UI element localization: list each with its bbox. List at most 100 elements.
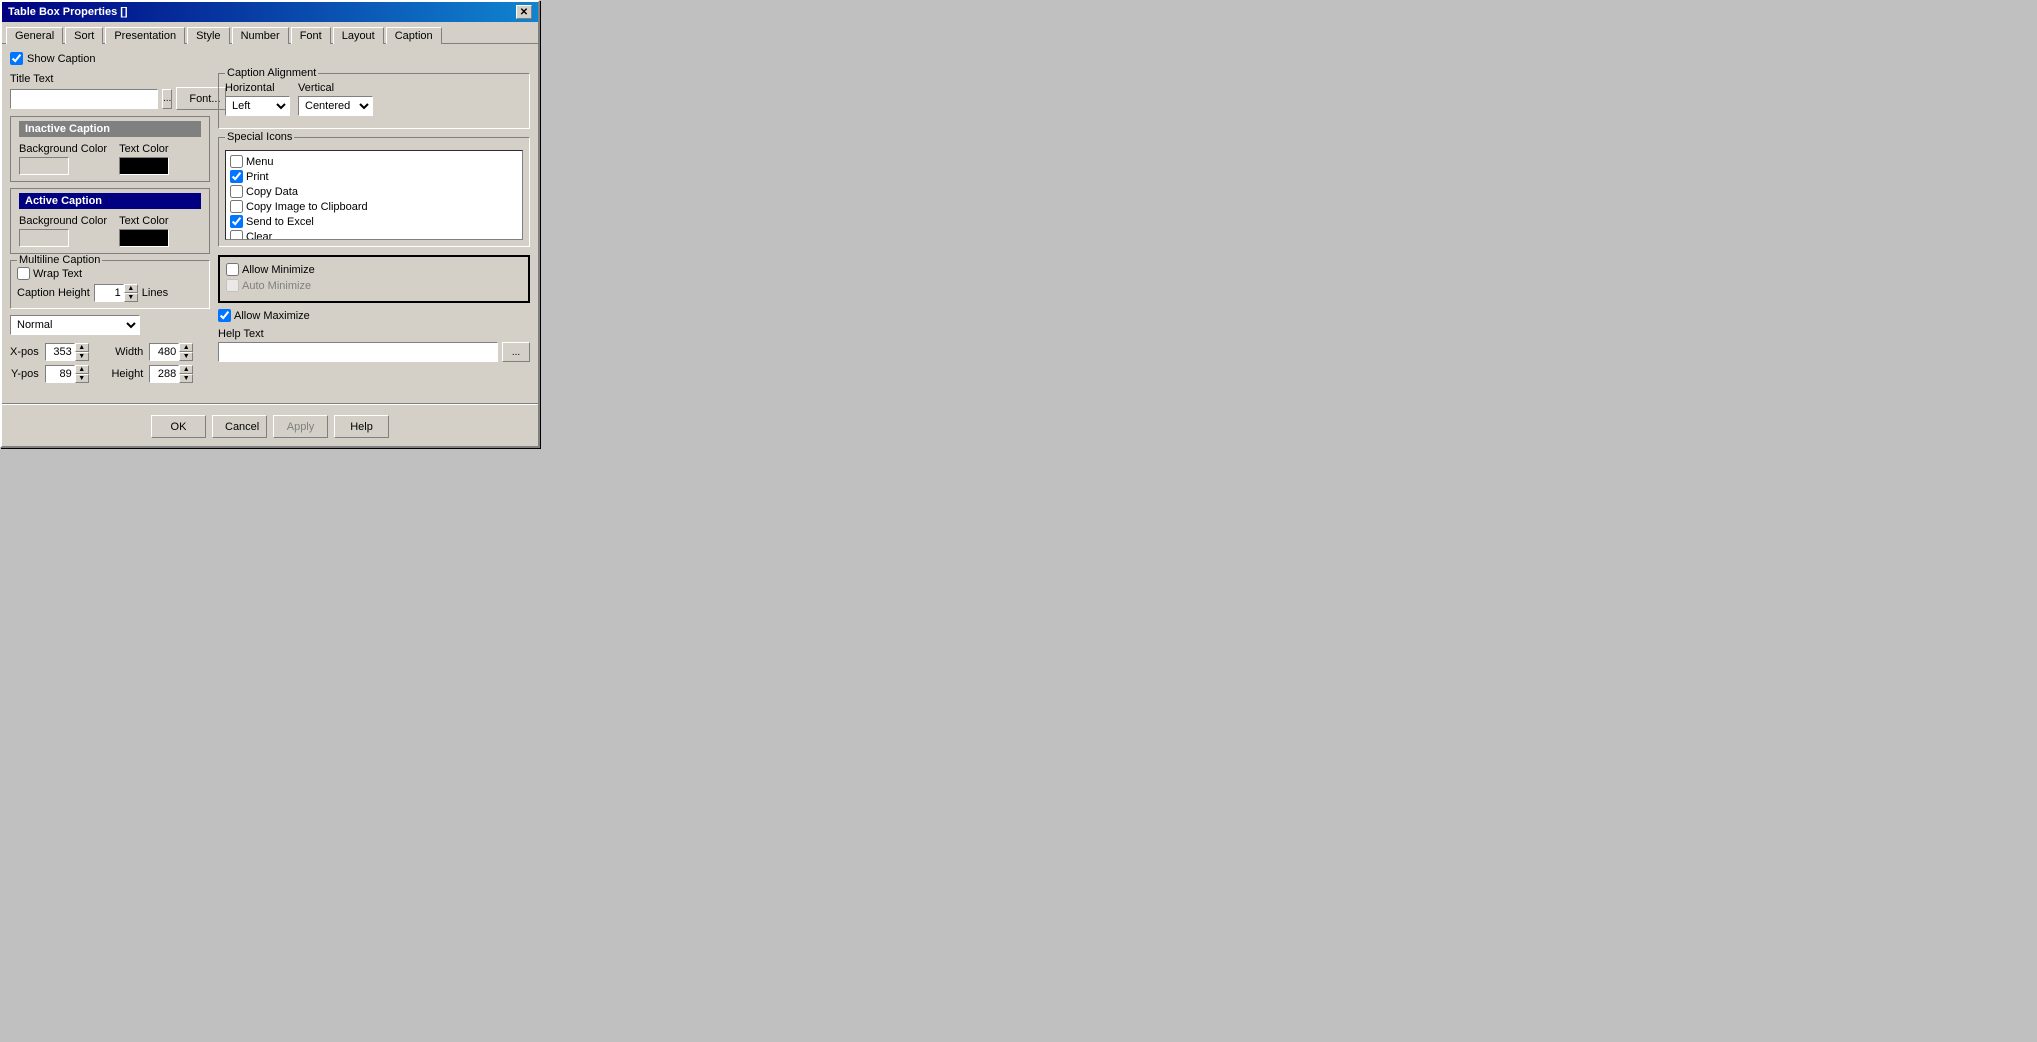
active-text-color-item: Text Color bbox=[119, 215, 169, 247]
width-input[interactable] bbox=[149, 343, 179, 361]
vertical-align-item: Vertical Top Centered Bottom bbox=[298, 82, 373, 116]
inactive-bg-swatch[interactable] bbox=[19, 157, 69, 175]
xpos-input[interactable] bbox=[45, 343, 75, 361]
width-label: Width bbox=[111, 346, 143, 358]
icon-copyimage-checkbox[interactable] bbox=[230, 200, 243, 213]
cancel-button[interactable]: Cancel bbox=[212, 415, 267, 438]
icon-print-checkbox[interactable] bbox=[230, 170, 243, 183]
ypos-input[interactable] bbox=[45, 365, 75, 383]
width-spin-btns: ▲ ▼ bbox=[179, 343, 193, 361]
vertical-label: Vertical bbox=[298, 82, 373, 94]
xpos-up[interactable]: ▲ bbox=[75, 343, 89, 352]
horizontal-select[interactable]: Left Center Right bbox=[225, 96, 290, 116]
close-button[interactable]: ✕ bbox=[516, 5, 532, 19]
normal-select-row: Normal Minimized Maximized bbox=[10, 315, 210, 335]
caption-height-down[interactable]: ▼ bbox=[124, 293, 138, 302]
caption-alignment-label: Caption Alignment bbox=[225, 67, 318, 79]
icon-clear-checkbox[interactable] bbox=[230, 230, 243, 240]
icon-copydata-item: Copy Data bbox=[230, 185, 518, 198]
active-caption-title: Active Caption bbox=[19, 193, 201, 209]
icon-sendtoexcel-item: Send to Excel bbox=[230, 215, 518, 228]
xpos-spin-btns: ▲ ▼ bbox=[75, 343, 89, 361]
show-caption-checkbox[interactable] bbox=[10, 52, 23, 65]
tab-font[interactable]: Font bbox=[291, 27, 331, 44]
active-bg-label: Background Color bbox=[19, 215, 107, 227]
active-text-swatch[interactable] bbox=[119, 229, 169, 247]
allow-maximize-checkbox[interactable] bbox=[218, 309, 231, 322]
height-down[interactable]: ▼ bbox=[179, 374, 193, 383]
height-input[interactable] bbox=[149, 365, 179, 383]
inactive-caption-section: Inactive Caption Background Color Text C… bbox=[10, 116, 210, 182]
tab-number[interactable]: Number bbox=[232, 27, 289, 44]
inactive-text-color-item: Text Color bbox=[119, 143, 169, 175]
vertical-select[interactable]: Top Centered Bottom bbox=[298, 96, 373, 116]
ok-button[interactable]: OK bbox=[151, 415, 206, 438]
title-text-input[interactable] bbox=[10, 89, 158, 109]
allow-minimize-checkbox[interactable] bbox=[226, 263, 239, 276]
help-text-label: Help Text bbox=[218, 328, 530, 340]
xpos-spinner: ▲ ▼ bbox=[45, 343, 106, 361]
bottom-buttons: OK Cancel Apply Help bbox=[2, 411, 538, 446]
wrap-text-checkbox[interactable] bbox=[17, 267, 30, 280]
ypos-label: Y-pos bbox=[10, 368, 39, 380]
left-panel: Title Text ... Font... Inactive Caption … bbox=[10, 73, 210, 389]
special-icons-list: Menu Print Copy Data Copy Image to bbox=[225, 150, 523, 240]
apply-button[interactable]: Apply bbox=[273, 415, 328, 438]
inactive-text-label: Text Color bbox=[119, 143, 169, 155]
height-label: Height bbox=[111, 368, 143, 380]
icon-copydata-checkbox[interactable] bbox=[230, 185, 243, 198]
multiline-group-label: Multiline Caption bbox=[17, 254, 102, 266]
help-text-input[interactable] bbox=[218, 342, 498, 362]
caption-height-up[interactable]: ▲ bbox=[124, 284, 138, 293]
wrap-text-label: Wrap Text bbox=[33, 268, 82, 280]
tab-general[interactable]: General bbox=[6, 27, 63, 44]
tab-style[interactable]: Style bbox=[187, 27, 229, 44]
lines-label: Lines bbox=[142, 287, 168, 299]
active-caption-section: Active Caption Background Color Text Col… bbox=[10, 188, 210, 254]
height-up[interactable]: ▲ bbox=[179, 365, 193, 374]
caption-height-label: Caption Height bbox=[17, 287, 90, 299]
help-text-ellipsis-button[interactable]: ... bbox=[502, 342, 530, 362]
width-down[interactable]: ▼ bbox=[179, 352, 193, 361]
height-spin-btns: ▲ ▼ bbox=[179, 365, 193, 383]
ypos-up[interactable]: ▲ bbox=[75, 365, 89, 374]
help-button[interactable]: Help bbox=[334, 415, 389, 438]
title-text-field: Title Text ... Font... bbox=[10, 73, 210, 110]
title-ellipsis-button[interactable]: ... bbox=[162, 89, 172, 109]
caption-alignment-group: Caption Alignment Horizontal Left Center… bbox=[218, 73, 530, 129]
show-caption-label: Show Caption bbox=[27, 53, 96, 65]
icon-copyimage-label: Copy Image to Clipboard bbox=[246, 201, 368, 213]
special-icons-label: Special Icons bbox=[225, 131, 294, 143]
pos-size-grid: X-pos ▲ ▼ Width ▲ ▼ bbox=[10, 343, 210, 383]
allow-minimize-label: Allow Minimize bbox=[242, 264, 315, 276]
tab-caption[interactable]: Caption bbox=[386, 27, 442, 44]
active-text-label: Text Color bbox=[119, 215, 169, 227]
multiline-caption-group: Multiline Caption Wrap Text Caption Heig… bbox=[10, 260, 210, 309]
window-title: Table Box Properties [] bbox=[8, 6, 128, 18]
inactive-caption-title: Inactive Caption bbox=[19, 121, 201, 137]
normal-select[interactable]: Normal Minimized Maximized bbox=[10, 315, 140, 335]
ypos-down[interactable]: ▼ bbox=[75, 374, 89, 383]
active-bg-swatch[interactable] bbox=[19, 229, 69, 247]
inactive-bg-color-item: Background Color bbox=[19, 143, 107, 175]
caption-height-input[interactable] bbox=[94, 284, 124, 302]
icon-clear-label: Clear bbox=[246, 231, 272, 241]
tab-layout[interactable]: Layout bbox=[333, 27, 384, 44]
width-up[interactable]: ▲ bbox=[179, 343, 193, 352]
auto-minimize-checkbox[interactable] bbox=[226, 279, 239, 292]
auto-minimize-row: Auto Minimize bbox=[226, 279, 522, 292]
allow-maximize-row: Allow Maximize bbox=[218, 309, 530, 322]
tab-presentation[interactable]: Presentation bbox=[105, 27, 185, 44]
tab-sort[interactable]: Sort bbox=[65, 27, 103, 44]
help-text-group: Help Text ... bbox=[218, 328, 530, 362]
inactive-text-swatch[interactable] bbox=[119, 157, 169, 175]
ypos-spinner: ▲ ▼ bbox=[45, 365, 106, 383]
xpos-down[interactable]: ▼ bbox=[75, 352, 89, 361]
icon-menu-checkbox[interactable] bbox=[230, 155, 243, 168]
allow-maximize-label: Allow Maximize bbox=[234, 310, 310, 322]
horizontal-align-item: Horizontal Left Center Right bbox=[225, 82, 290, 116]
alignment-row: Horizontal Left Center Right Vertical To… bbox=[225, 82, 523, 116]
show-caption-row: Show Caption bbox=[10, 52, 530, 65]
icon-sendtoexcel-checkbox[interactable] bbox=[230, 215, 243, 228]
icon-copydata-label: Copy Data bbox=[246, 186, 298, 198]
